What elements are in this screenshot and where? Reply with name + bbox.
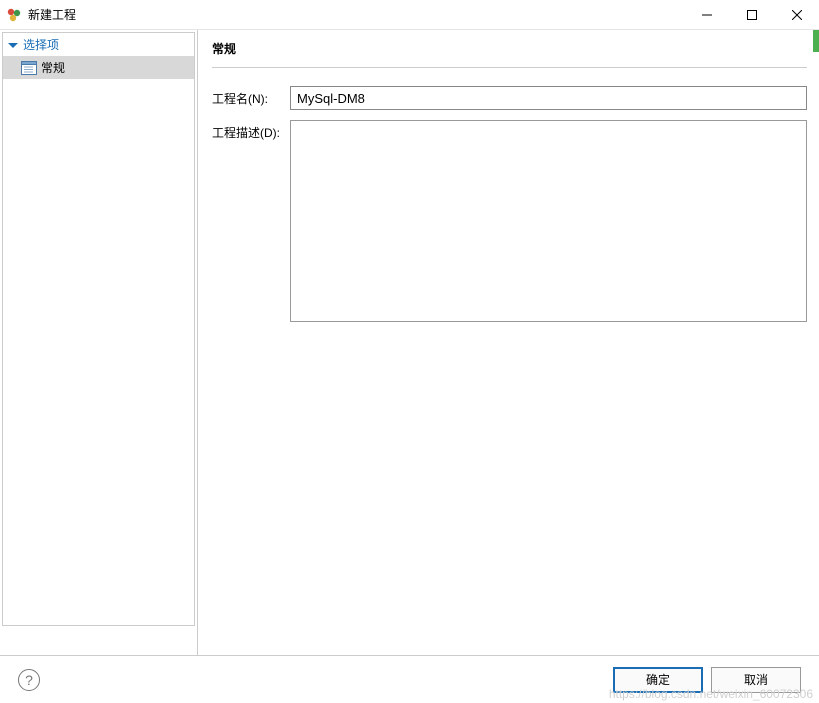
maximize-button[interactable] (729, 0, 774, 30)
help-button[interactable]: ? (18, 669, 40, 691)
cancel-button[interactable]: 取消 (711, 667, 801, 693)
section-title: 常规 (212, 40, 807, 68)
bottom-bar: ? 确定 取消 (0, 655, 819, 703)
app-icon (6, 7, 22, 23)
titlebar: 新建工程 (0, 0, 819, 30)
window-title: 新建工程 (28, 6, 684, 23)
green-indicator (813, 30, 819, 52)
sidebar: 选择项 常规 (0, 30, 198, 655)
tree-item-general[interactable]: 常规 (3, 56, 194, 79)
project-name-label: 工程名(N): (212, 86, 290, 107)
tree-root-label: 选择项 (23, 36, 59, 53)
close-button[interactable] (774, 0, 819, 30)
panel-icon (21, 60, 37, 76)
project-desc-label: 工程描述(D): (212, 120, 290, 141)
project-desc-textarea[interactable] (290, 120, 807, 322)
content-area: 常规 工程名(N): 工程描述(D): (198, 30, 819, 655)
minimize-button[interactable] (684, 0, 729, 30)
tree-collapse-icon[interactable] (7, 39, 19, 51)
tree-root-select[interactable]: 选择项 (3, 33, 194, 56)
project-desc-row: 工程描述(D): (212, 120, 807, 322)
project-name-input[interactable] (290, 86, 807, 110)
tree-item-label: 常规 (41, 59, 65, 76)
window-controls (684, 0, 819, 29)
main-container: 选择项 常规 常规 工程名(N): 工程描述(D): (0, 30, 819, 655)
ok-button[interactable]: 确定 (613, 667, 703, 693)
project-name-row: 工程名(N): (212, 86, 807, 110)
help-icon: ? (25, 672, 33, 688)
